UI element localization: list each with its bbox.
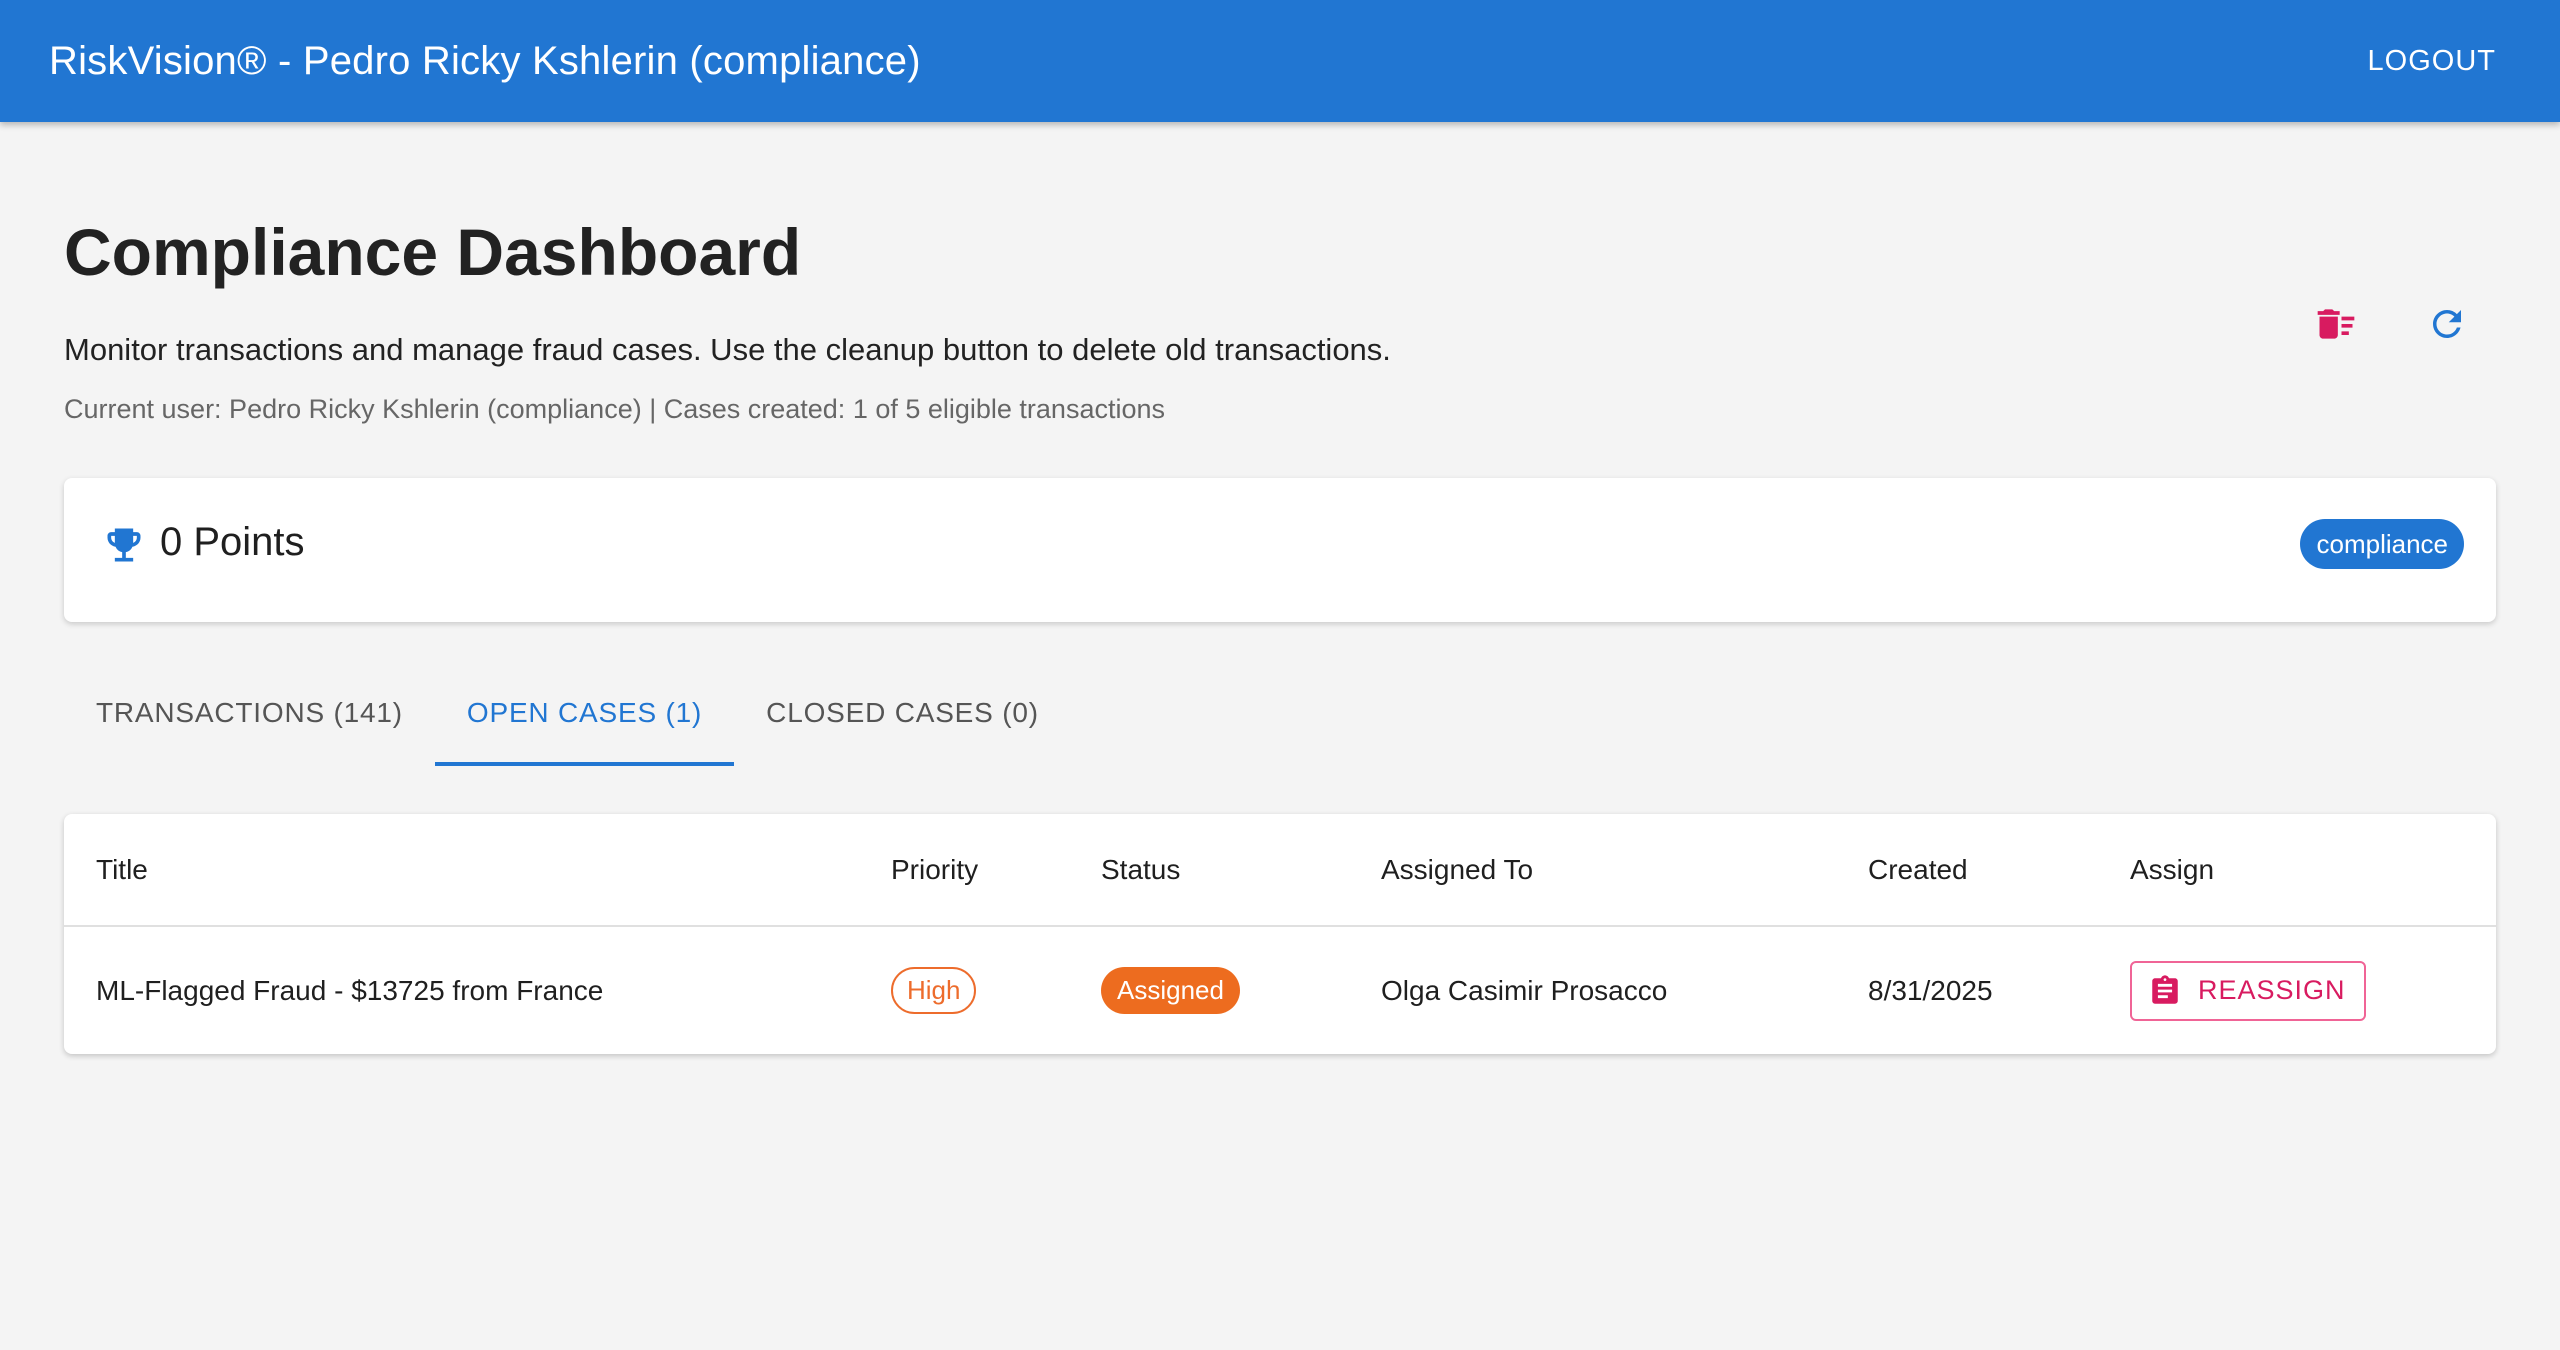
clipboard-icon bbox=[2152, 974, 2178, 1004]
delete-sweep-icon bbox=[2317, 309, 2355, 339]
logout-button[interactable]: LOGOUT bbox=[2368, 45, 2496, 78]
page-title: Compliance Dashboard bbox=[64, 215, 802, 289]
reassign-label: REASSIGN bbox=[2198, 975, 2346, 1005]
case-tabs: TRANSACTIONS (141) OPEN CASES (1) CLOSED… bbox=[64, 660, 1071, 766]
points-card: 0 Points compliance bbox=[64, 478, 2496, 622]
column-header-status: Status bbox=[1101, 853, 1181, 885]
table-row: ML-Flagged Fraud - $13725 from France Hi… bbox=[64, 927, 2496, 1054]
tab-closed-cases[interactable]: CLOSED CASES (0) bbox=[734, 660, 1071, 766]
created-date: 8/31/2025 bbox=[1868, 974, 1993, 1006]
table-header-row: Title Priority Status Assigned To Create… bbox=[64, 814, 2496, 927]
refresh-button[interactable] bbox=[2411, 288, 2483, 360]
case-title: ML-Flagged Fraud - $13725 from France bbox=[96, 974, 604, 1006]
column-header-created: Created bbox=[1868, 853, 1968, 885]
column-header-title: Title bbox=[96, 853, 148, 885]
tab-transactions[interactable]: TRANSACTIONS (141) bbox=[64, 660, 435, 766]
priority-badge: High bbox=[891, 967, 977, 1014]
user-status-line: Current user: Pedro Ricky Kshlerin (comp… bbox=[64, 394, 1166, 424]
app-bar: RiskVision® - Pedro Ricky Kshlerin (comp… bbox=[0, 0, 2560, 122]
trophy-icon bbox=[107, 528, 141, 562]
status-cell: Assigned bbox=[1101, 927, 1240, 1054]
app-title: RiskVision® - Pedro Ricky Kshlerin (comp… bbox=[49, 38, 921, 83]
assign-cell: REASSIGN bbox=[2130, 927, 2366, 1054]
page-description: Monitor transactions and manage fraud ca… bbox=[64, 332, 1391, 367]
column-header-assigned-to: Assigned To bbox=[1381, 853, 1534, 885]
role-badge: compliance bbox=[2300, 519, 2464, 569]
assigned-to: Olga Casimir Prosacco bbox=[1381, 974, 1668, 1006]
refresh-icon bbox=[2433, 310, 2461, 338]
priority-cell: High bbox=[891, 927, 977, 1054]
column-header-priority: Priority bbox=[891, 853, 979, 885]
status-badge: Assigned bbox=[1101, 967, 1240, 1014]
reassign-button[interactable]: REASSIGN bbox=[2130, 960, 2366, 1021]
points-value: 0 Points bbox=[160, 520, 305, 564]
cleanup-button[interactable] bbox=[2300, 288, 2372, 360]
tab-open-cases[interactable]: OPEN CASES (1) bbox=[434, 660, 735, 766]
cases-table: Title Priority Status Assigned To Create… bbox=[64, 814, 2496, 1054]
column-header-assign: Assign bbox=[2130, 853, 2215, 885]
